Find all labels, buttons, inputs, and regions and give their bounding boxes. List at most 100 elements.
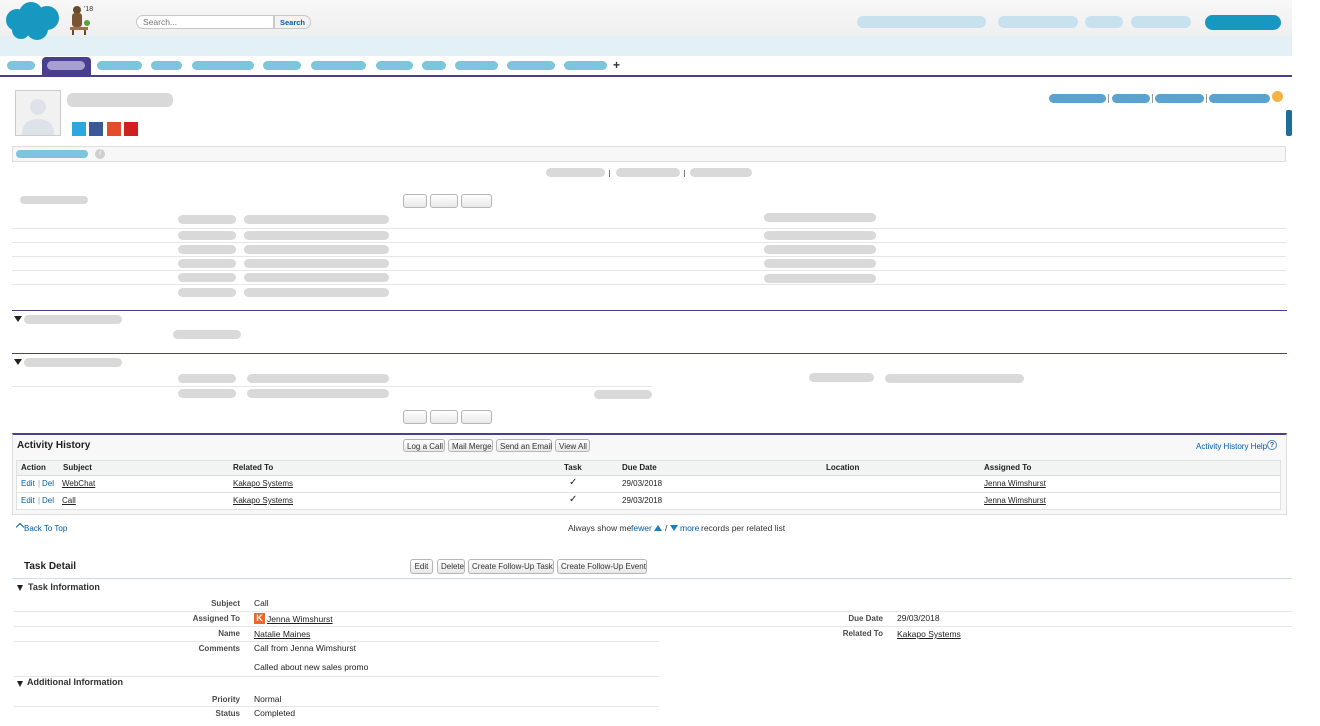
collapse-triangle-icon[interactable] [14,359,22,365]
related-link-1[interactable] [546,168,605,177]
search-input[interactable] [136,15,274,29]
divider [14,626,1292,627]
header-link-4[interactable] [1131,16,1191,28]
field-label [764,245,876,254]
detail-button-3[interactable] [461,194,492,208]
assigned-to-link[interactable]: Jenna Wimshurst [267,614,333,624]
table-header: Action Subject Related To Task Due Date … [17,461,1280,476]
related-to-link[interactable]: Kakapo Systems [897,629,961,639]
tab-11[interactable] [507,61,555,70]
column-header-task[interactable]: Task [564,461,582,475]
field-value [244,259,389,268]
facebook-icon[interactable] [89,122,103,136]
tab-7[interactable] [311,61,366,70]
send-an-email-button[interactable]: Send an Email [496,439,552,452]
related-to-link[interactable]: Kakapo Systems [233,496,293,505]
tab-4[interactable] [151,61,182,70]
column-header-assigned-to[interactable]: Assigned To [984,461,1031,475]
subject-link[interactable]: WebChat [62,479,95,488]
help-icon[interactable]: ? [1267,440,1277,450]
log-a-call-button[interactable]: Log a Call [403,439,445,452]
tab-1[interactable] [7,61,35,70]
up-arrow-icon[interactable] [654,525,662,531]
record-action-2[interactable] [1112,94,1150,103]
tab-8[interactable] [376,61,413,70]
header-primary-button[interactable] [1205,15,1281,30]
tab-3[interactable] [97,61,142,70]
detail-bottom-button-1[interactable] [403,410,427,424]
status-dot-icon [1272,91,1283,102]
edit-button[interactable]: Edit [410,559,433,574]
collapse-triangle-icon[interactable] [14,316,22,322]
column-header-related-to[interactable]: Related To [233,461,273,475]
record-action-1[interactable] [1049,94,1106,103]
column-header-location[interactable]: Location [826,461,859,475]
tab-9[interactable] [422,61,446,70]
record-action-4[interactable] [1209,94,1270,103]
activity-history-table: Action Subject Related To Task Due Date … [16,460,1281,510]
record-action-3[interactable] [1155,94,1204,103]
view-all-button[interactable]: View All [555,439,590,452]
salesforce-cloud-logo[interactable] [3,2,63,42]
down-arrow-icon[interactable] [670,525,678,531]
twitter-icon[interactable] [72,122,86,136]
related-to-link[interactable]: Kakapo Systems [233,479,293,488]
back-to-top-link[interactable]: Back To Top [24,524,67,533]
collapse-triangle-icon[interactable] [17,681,23,687]
delete-link[interactable]: Del [42,496,54,505]
tab-bar-underline [0,75,1292,77]
detail-section-title [20,196,88,204]
section-title [24,315,122,324]
more-link[interactable]: more [680,523,699,533]
column-header-due-date[interactable]: Due Date [622,461,657,475]
assigned-to-link[interactable]: Jenna Wimshurst [984,479,1046,488]
klout-icon[interactable] [124,122,138,136]
detail-bottom-button-3[interactable] [461,410,492,424]
edit-link[interactable]: Edit [21,496,35,505]
field-value [244,273,389,282]
field-label [178,389,236,398]
create-follow-up-event-button[interactable]: Create Follow-Up Event [557,559,647,574]
fewer-link[interactable]: fewer [631,523,652,533]
add-tab-button[interactable]: + [613,58,620,72]
header-link-2[interactable] [998,16,1078,28]
related-link-3[interactable] [690,168,752,177]
create-follow-up-task-button[interactable]: Create Follow-Up Task [468,559,554,574]
per-list-text: records per related list [701,523,786,533]
additional-information-heading: Additional Information [27,677,123,687]
always-show-text: Always show me [568,523,632,533]
info-icon[interactable]: i [95,149,105,159]
divider [14,706,659,707]
separator [1108,94,1109,103]
header-link-1[interactable] [857,16,986,28]
assigned-to-link[interactable]: Jenna Wimshurst [984,496,1046,505]
column-header-subject[interactable]: Subject [63,461,92,475]
field-value [244,215,389,224]
delete-link[interactable]: Del [42,479,54,488]
search-button[interactable]: Search [274,15,311,29]
related-link-2[interactable] [616,168,680,177]
tab-5[interactable] [192,61,254,70]
info-bar-link[interactable] [16,150,88,158]
tab-10[interactable] [455,61,498,70]
activity-history-help-link[interactable]: Activity History Help [1196,442,1267,451]
tab-12[interactable] [564,61,607,70]
detail-button-1[interactable] [403,194,427,208]
paging-slash: / [665,523,668,533]
delete-button[interactable]: Delete [437,559,465,574]
side-scroll-handle[interactable] [1286,110,1292,136]
field-value [244,231,389,240]
name-link[interactable]: Natalie Maines [254,629,310,639]
header-link-3[interactable] [1085,16,1123,28]
detail-bottom-button-2[interactable] [430,410,458,424]
subject-link[interactable]: Call [62,496,76,505]
youtube-icon[interactable] [107,122,121,136]
column-header-action[interactable]: Action [21,461,46,475]
edit-link[interactable]: Edit [21,479,35,488]
separator [609,170,610,177]
collapse-triangle-icon[interactable] [17,585,23,591]
mail-merge-button[interactable]: Mail Merge [448,439,493,452]
year-badge: '18 [84,6,94,13]
tab-6[interactable] [263,61,301,70]
detail-button-2[interactable] [430,194,458,208]
